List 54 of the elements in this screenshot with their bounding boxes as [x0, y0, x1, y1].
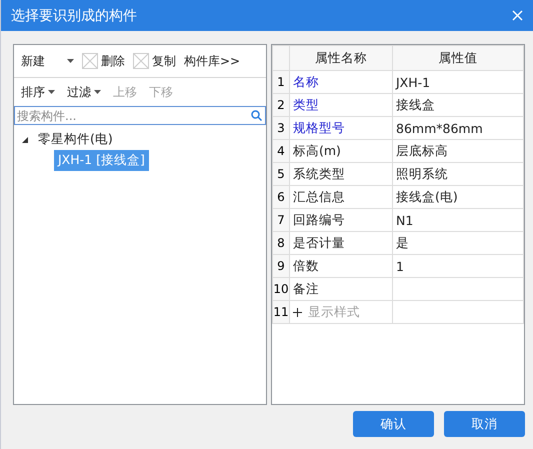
toolbar-button[interactable]: 排序 [20, 82, 56, 102]
placeholder-icon [133, 53, 149, 69]
column-header: 属性值 [392, 46, 524, 70]
table-cell: 备注 [290, 278, 392, 300]
close-icon[interactable] [512, 10, 523, 21]
placeholder-icon [82, 53, 98, 69]
table-cell[interactable]: 接线盒(电) [392, 186, 524, 208]
toolbar-button[interactable]: 新建 [20, 50, 75, 72]
table-cell: 名称 [290, 70, 392, 94]
cancel-button[interactable]: 取消 [444, 411, 525, 437]
row-number: 11 [272, 300, 290, 324]
row-number: 9 [272, 254, 290, 278]
table-cell[interactable]: 86mm*86mm [392, 116, 524, 140]
confirm-button[interactable]: 确认 [353, 411, 434, 437]
table-cell: 回路编号 [290, 208, 392, 232]
caret-icon [67, 59, 74, 63]
row-number: 8 [272, 232, 290, 254]
table-cell[interactable]: 照明系统 [392, 162, 524, 186]
expand-icon[interactable] [293, 308, 302, 316]
table-cell: 系统类型 [290, 162, 392, 186]
row-number: 5 [272, 162, 290, 186]
search-field[interactable]: 搜索构件... [14, 106, 266, 125]
group-label: 显示样式 [308, 304, 360, 320]
expanded-icon[interactable] [22, 136, 28, 142]
caret-icon [48, 90, 55, 94]
column-header: 属性名称 [290, 46, 392, 70]
table-cell: 汇总信息 [290, 186, 392, 208]
table-cell: 类型 [290, 94, 392, 116]
toolbar-button[interactable]: 复制 [132, 50, 177, 72]
row-number: 2 [272, 94, 290, 116]
window-title: 选择要识别成的构件 [11, 6, 137, 24]
table-cell: 倍数 [290, 254, 392, 278]
row-number: 10 [272, 278, 290, 300]
table-cell: 是否计量 [290, 232, 392, 254]
search-icon[interactable] [251, 110, 262, 121]
table-cell[interactable]: 是 [392, 232, 524, 254]
table-cell: 规格型号 [290, 116, 392, 140]
table-cell[interactable] [392, 278, 524, 300]
toolbar-button[interactable]: 构件库>> [183, 50, 242, 72]
row-number: 6 [272, 186, 290, 208]
row-number: 3 [272, 116, 290, 140]
row-number: 4 [272, 140, 290, 162]
toolbar-button[interactable]: 删除 [81, 50, 126, 72]
table-cell[interactable]: 1 [392, 254, 524, 278]
table-cell: 标高(m) [290, 140, 392, 162]
tree-item[interactable]: 零星构件(电) [34, 129, 117, 150]
row-number: 7 [272, 208, 290, 232]
caret-icon [94, 90, 101, 94]
table-cell[interactable]: 层底标高 [392, 140, 524, 162]
toolbar-button[interactable]: 过滤 [66, 82, 102, 102]
table-cell[interactable]: N1 [392, 208, 524, 232]
row-number: 1 [272, 70, 290, 94]
table-cell[interactable]: 接线盒 [392, 94, 524, 116]
table-cell[interactable]: JXH-1 [392, 70, 524, 94]
